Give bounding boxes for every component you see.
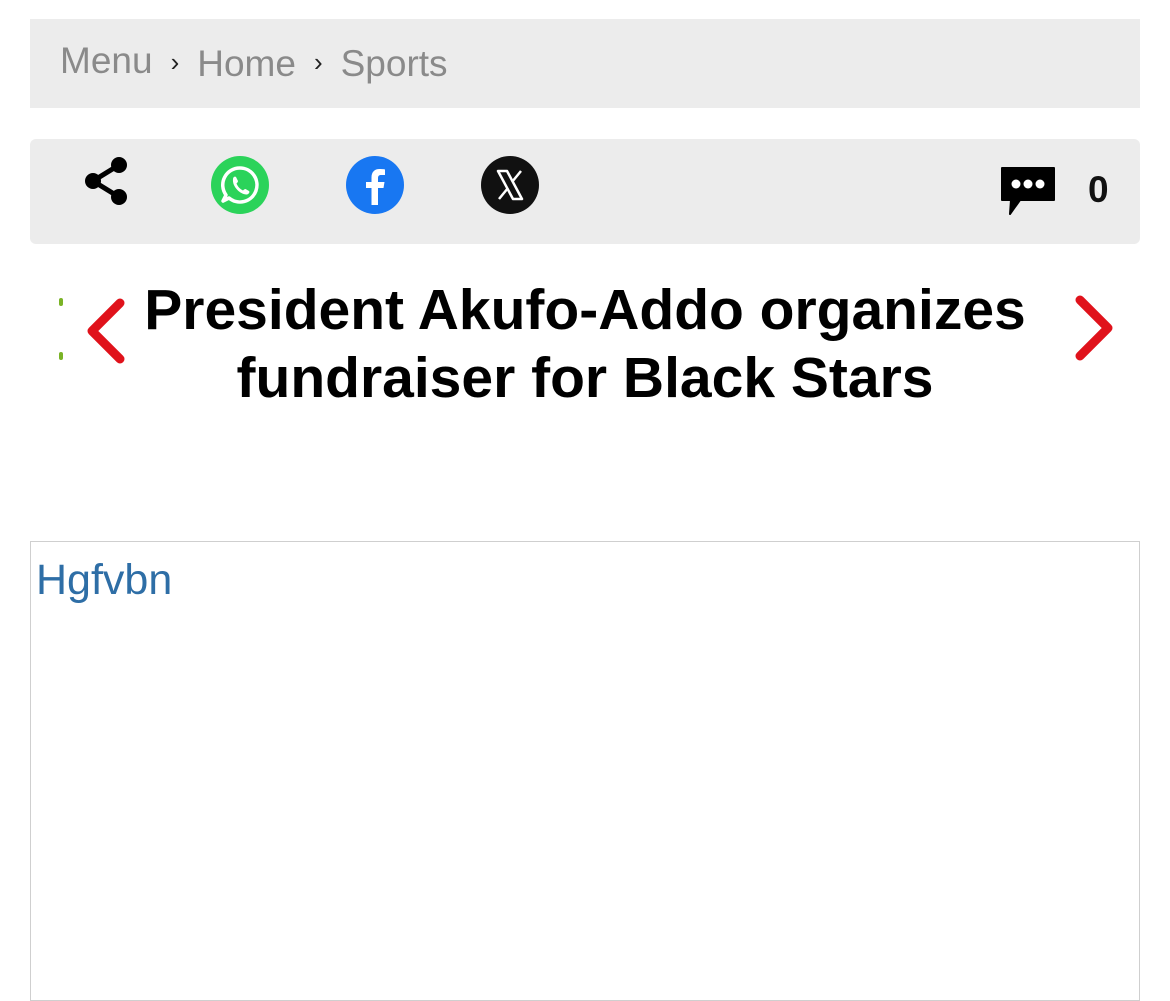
comment-count[interactable]: 0	[1088, 169, 1109, 211]
breadcrumb-separator: ›	[313, 47, 323, 77]
x-icon[interactable]	[480, 155, 540, 215]
breadcrumb-sports[interactable]: Sports	[341, 43, 448, 85]
chevron-right-icon	[1075, 295, 1113, 361]
decorative-dot	[59, 352, 63, 360]
content-link[interactable]: Hgfvbn	[36, 556, 172, 605]
next-article-button[interactable]	[1070, 294, 1118, 362]
previous-article-button[interactable]	[82, 297, 130, 365]
whatsapp-icon[interactable]	[210, 155, 270, 215]
facebook-icon[interactable]	[345, 155, 405, 215]
article-body: Hgfvbn	[30, 541, 1140, 1001]
chevron-left-icon	[87, 298, 125, 364]
decorative-dot	[59, 298, 63, 306]
article-header: President Akufo-Addo organizes fundraise…	[30, 270, 1140, 490]
share-icon[interactable]	[80, 155, 132, 207]
share-bar: 0	[30, 139, 1140, 244]
comment-icon[interactable]	[998, 164, 1058, 219]
breadcrumb-home[interactable]: Home	[197, 43, 296, 85]
breadcrumb-separator: ›	[170, 47, 180, 77]
article-title: President Akufo-Addo organizes fundraise…	[144, 278, 1026, 410]
breadcrumb-menu[interactable]: Menu	[60, 40, 153, 82]
breadcrumb: Menu › Home › Sports	[30, 19, 1140, 108]
